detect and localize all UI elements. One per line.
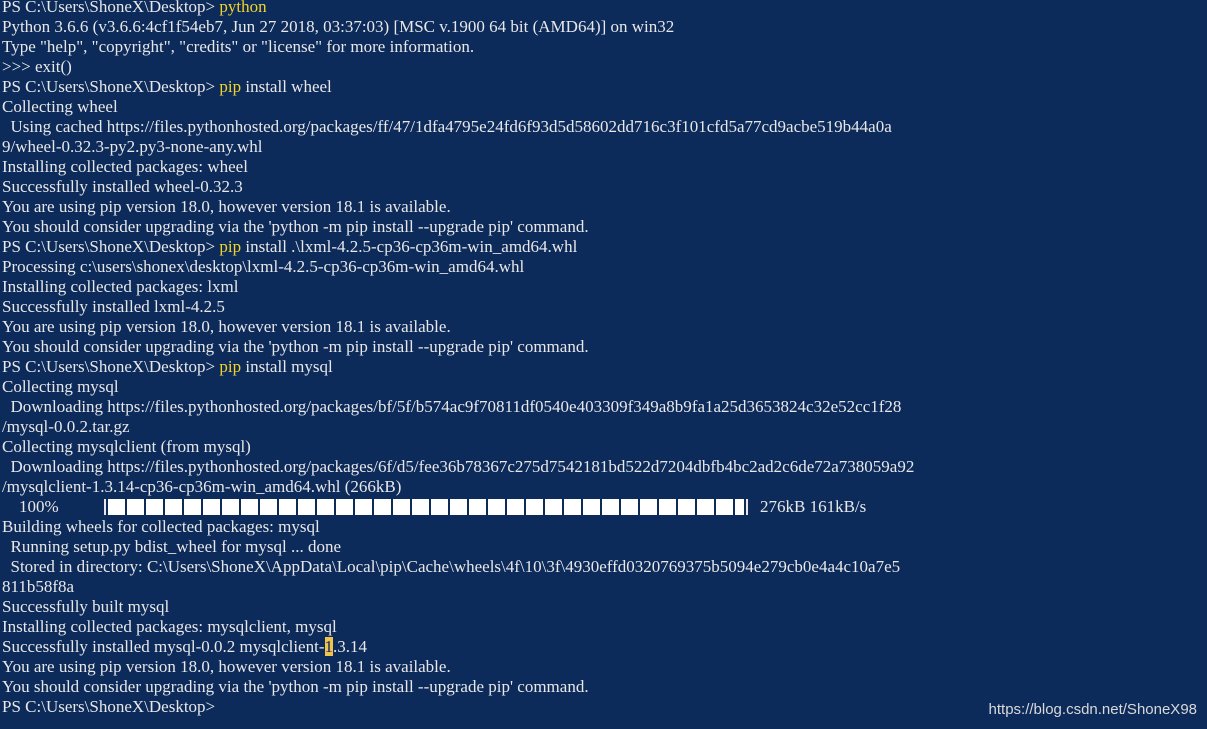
- output-line: /mysql-0.0.2.tar.gz: [2, 417, 130, 436]
- output-line: Installing collected packages: lxml: [2, 277, 239, 296]
- output-line: Successfully installed wheel-0.32.3: [2, 177, 243, 196]
- prompt-text: PS C:\Users\ShoneX\Desktop>: [2, 237, 220, 256]
- download-progress-row: 100% 276kB 161kB/s: [2, 497, 1207, 517]
- output-line: Successfully installed lxml-4.2.5: [2, 297, 225, 316]
- progress-percent: 100%: [2, 497, 59, 516]
- output-text: .3.14: [333, 637, 367, 656]
- command-name: python: [219, 0, 267, 16]
- progress-bar-right-edge: [746, 499, 748, 515]
- prompt-text: PS C:\Users\ShoneX\Desktop>: [2, 357, 220, 376]
- powershell-terminal[interactable]: PS C:\Users\ShoneX\Desktop> python Python…: [0, 0, 1207, 729]
- output-line: Collecting mysql: [2, 377, 119, 396]
- prompt-text: PS C:\Users\ShoneX\Desktop>: [2, 77, 220, 96]
- text-cursor-selection: 1: [324, 637, 333, 656]
- output-line: Running setup.py bdist_wheel for mysql .…: [2, 537, 342, 556]
- prompt-line: PS C:\Users\ShoneX\Desktop> pip install …: [2, 77, 1207, 97]
- output-line: Type "help", "copyright", "credits" or "…: [2, 37, 475, 56]
- command-name: pip: [219, 77, 242, 96]
- command-args: install .\lxml-4.2.5-cp36-cp36m-win_amd6…: [241, 237, 578, 256]
- output-line: 811b58f8a: [2, 577, 75, 596]
- command-args: install wheel: [241, 77, 332, 96]
- command-args: install mysql: [241, 357, 333, 376]
- output-line: You should consider upgrading via the 'p…: [2, 677, 589, 696]
- prompt-text: PS C:\Users\ShoneX\Desktop>: [2, 697, 220, 716]
- output-line: You should consider upgrading via the 'p…: [2, 217, 589, 236]
- output-line: Processing c:\users\shonex\desktop\lxml-…: [2, 257, 525, 276]
- prompt-text: PS C:\Users\ShoneX\Desktop>: [2, 0, 220, 16]
- output-line: Stored in directory: C:\Users\ShoneX\App…: [2, 557, 901, 576]
- output-line: Installing collected packages: wheel: [2, 157, 248, 176]
- output-line: Building wheels for collected packages: …: [2, 517, 320, 536]
- output-line: Python 3.6.6 (v3.6.6:4cf1f54eb7, Jun 27 …: [2, 17, 675, 36]
- output-line: You are using pip version 18.0, however …: [2, 657, 451, 676]
- progress-bar-fill: [108, 499, 744, 515]
- output-line: Installing collected packages: mysqlclie…: [2, 617, 337, 636]
- progress-bar-left-edge: [104, 499, 106, 515]
- prompt-line: PS C:\Users\ShoneX\Desktop> pip install …: [2, 357, 1207, 377]
- output-line: You should consider upgrading via the 'p…: [2, 337, 589, 356]
- terminal-output: PS C:\Users\ShoneX\Desktop> python Python…: [2, 0, 1207, 717]
- output-line: 9/wheel-0.32.3-py2.py3-none-any.whl: [2, 137, 263, 156]
- prompt-line: PS C:\Users\ShoneX\Desktop> pip install …: [2, 237, 1207, 257]
- command-name: pip: [219, 357, 242, 376]
- output-line: /mysqlclient-1.3.14-cp36-cp36m-win_amd64…: [2, 477, 402, 496]
- command-name: pip: [219, 237, 242, 256]
- output-line: You are using pip version 18.0, however …: [2, 197, 451, 216]
- prompt-line: PS C:\Users\ShoneX\Desktop> python: [2, 0, 1207, 17]
- output-line: Downloading https://files.pythonhosted.o…: [2, 457, 915, 476]
- output-line: Successfully built mysql: [2, 597, 170, 616]
- output-line: Using cached https://files.pythonhosted.…: [2, 117, 892, 136]
- progress-speed: 276kB 161kB/s: [760, 497, 867, 516]
- watermark-text: https://blog.csdn.net/ShoneX98: [988, 701, 1197, 718]
- output-line: Downloading https://files.pythonhosted.o…: [2, 397, 902, 416]
- output-line: >>> exit(): [2, 57, 72, 76]
- output-line: You are using pip version 18.0, however …: [2, 317, 451, 336]
- output-line-with-cursor: Successfully installed mysql-0.0.2 mysql…: [2, 637, 1207, 657]
- output-line: Collecting wheel: [2, 97, 118, 116]
- progress-bar: [102, 497, 750, 517]
- output-text: Successfully installed mysql-0.0.2 mysql…: [2, 637, 325, 656]
- output-line: Collecting mysqlclient (from mysql): [2, 437, 251, 456]
